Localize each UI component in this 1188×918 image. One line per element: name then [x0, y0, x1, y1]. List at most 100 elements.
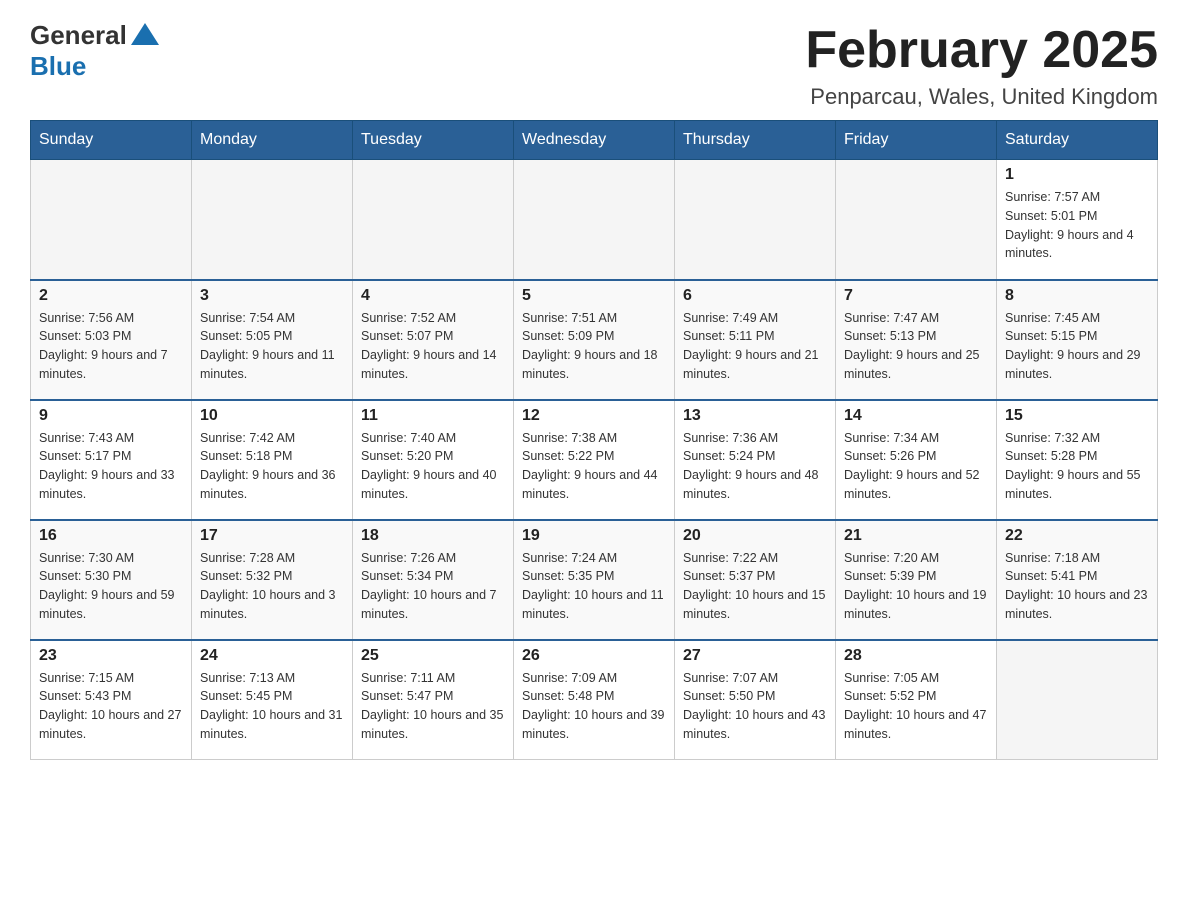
calendar-cell: 8Sunrise: 7:45 AMSunset: 5:15 PMDaylight… — [997, 280, 1158, 400]
calendar-cell: 14 Sunrise: 7:34 AMSunset: 5:26 PMDayligh… — [836, 400, 997, 520]
calendar-cell: 24 Sunrise: 7:13 AMSunset: 5:45 PMDayligh… — [192, 640, 353, 760]
calendar-cell: 7 Sunrise: 7:47 AMSunset: 5:13 PMDaylight… — [836, 280, 997, 400]
calendar-cell: 5 Sunrise: 7:51 AMSunset: 5:09 PMDaylight… — [514, 280, 675, 400]
weekday-header-monday: Monday — [192, 121, 353, 160]
calendar-cell — [675, 160, 836, 280]
calendar-cell — [514, 160, 675, 280]
day-number: 19 — [522, 527, 666, 545]
day-info: Sunrise: 7:40 AMSunset: 5:20 PMDaylight:… — [361, 429, 505, 504]
day-number: 4 — [361, 287, 505, 305]
day-info: Sunrise: 7:43 AMSunset: 5:17 PMDaylight:… — [39, 429, 183, 504]
day-info: Sunrise: 7:47 AMSunset: 5:13 PMDaylight:… — [844, 309, 988, 384]
calendar-week-row: 2 Sunrise: 7:56 AMSunset: 5:03 PMDaylight… — [31, 280, 1158, 400]
day-number: 15 — [1005, 407, 1149, 425]
day-info: Sunrise: 7:42 AMSunset: 5:18 PMDaylight:… — [200, 429, 344, 504]
weekday-header-wednesday: Wednesday — [514, 121, 675, 160]
weekday-header-tuesday: Tuesday — [353, 121, 514, 160]
day-number: 14 — [844, 407, 988, 425]
day-info: Sunrise: 7:15 AMSunset: 5:43 PMDaylight:… — [39, 669, 183, 744]
day-info: Sunrise: 7:05 AMSunset: 5:52 PMDaylight:… — [844, 669, 988, 744]
calendar-cell: 20 Sunrise: 7:22 AMSunset: 5:37 PMDayligh… — [675, 520, 836, 640]
logo-triangle-icon — [131, 23, 159, 45]
weekday-header-saturday: Saturday — [997, 121, 1158, 160]
day-info: Sunrise: 7:49 AMSunset: 5:11 PMDaylight:… — [683, 309, 827, 384]
day-number: 6 — [683, 287, 827, 305]
day-number: 12 — [522, 407, 666, 425]
location-subtitle: Penparcau, Wales, United Kingdom — [805, 84, 1158, 110]
calendar-cell — [192, 160, 353, 280]
day-info: Sunrise: 7:26 AMSunset: 5:34 PMDaylight:… — [361, 549, 505, 624]
day-number: 13 — [683, 407, 827, 425]
calendar-week-row: 9 Sunrise: 7:43 AMSunset: 5:17 PMDaylight… — [31, 400, 1158, 520]
day-number: 16 — [39, 527, 183, 545]
calendar-cell: 28 Sunrise: 7:05 AMSunset: 5:52 PMDayligh… — [836, 640, 997, 760]
calendar-cell: 9 Sunrise: 7:43 AMSunset: 5:17 PMDaylight… — [31, 400, 192, 520]
calendar-cell — [836, 160, 997, 280]
calendar-week-row: 1 Sunrise: 7:57 AMSunset: 5:01 PMDaylight… — [31, 160, 1158, 280]
logo-blue-text: Blue — [30, 51, 86, 82]
day-info: Sunrise: 7:36 AMSunset: 5:24 PMDaylight:… — [683, 429, 827, 504]
weekday-header-row: SundayMondayTuesdayWednesdayThursdayFrid… — [31, 121, 1158, 160]
calendar-cell — [31, 160, 192, 280]
day-info: Sunrise: 7:20 AMSunset: 5:39 PMDaylight:… — [844, 549, 988, 624]
day-number: 26 — [522, 647, 666, 665]
day-info: Sunrise: 7:18 AMSunset: 5:41 PMDaylight:… — [1005, 549, 1149, 624]
day-number: 7 — [844, 287, 988, 305]
calendar-cell: 2 Sunrise: 7:56 AMSunset: 5:03 PMDaylight… — [31, 280, 192, 400]
day-info: Sunrise: 7:52 AMSunset: 5:07 PMDaylight:… — [361, 309, 505, 384]
weekday-header-sunday: Sunday — [31, 121, 192, 160]
calendar-table: SundayMondayTuesdayWednesdayThursdayFrid… — [30, 120, 1158, 760]
day-info: Sunrise: 7:57 AMSunset: 5:01 PMDaylight:… — [1005, 188, 1149, 263]
day-number: 28 — [844, 647, 988, 665]
day-info: Sunrise: 7:34 AMSunset: 5:26 PMDaylight:… — [844, 429, 988, 504]
day-number: 25 — [361, 647, 505, 665]
day-info: Sunrise: 7:11 AMSunset: 5:47 PMDaylight:… — [361, 669, 505, 744]
day-number: 3 — [200, 287, 344, 305]
day-number: 17 — [200, 527, 344, 545]
calendar-cell: 21 Sunrise: 7:20 AMSunset: 5:39 PMDayligh… — [836, 520, 997, 640]
logo: General Blue — [30, 20, 159, 82]
day-number: 1 — [1005, 166, 1149, 184]
day-number: 10 — [200, 407, 344, 425]
day-number: 24 — [200, 647, 344, 665]
calendar-cell: 22Sunrise: 7:18 AMSunset: 5:41 PMDayligh… — [997, 520, 1158, 640]
day-number: 5 — [522, 287, 666, 305]
calendar-week-row: 16Sunrise: 7:30 AMSunset: 5:30 PMDayligh… — [31, 520, 1158, 640]
day-info: Sunrise: 7:32 AMSunset: 5:28 PMDaylight:… — [1005, 429, 1149, 504]
day-info: Sunrise: 7:56 AMSunset: 5:03 PMDaylight:… — [39, 309, 183, 384]
day-info: Sunrise: 7:28 AMSunset: 5:32 PMDaylight:… — [200, 549, 344, 624]
day-number: 2 — [39, 287, 183, 305]
day-number: 21 — [844, 527, 988, 545]
calendar-cell: 10 Sunrise: 7:42 AMSunset: 5:18 PMDayligh… — [192, 400, 353, 520]
page-header: General Blue February 2025 Penparcau, Wa… — [30, 20, 1158, 110]
calendar-cell: 13 Sunrise: 7:36 AMSunset: 5:24 PMDayligh… — [675, 400, 836, 520]
day-info: Sunrise: 7:24 AMSunset: 5:35 PMDaylight:… — [522, 549, 666, 624]
day-info: Sunrise: 7:13 AMSunset: 5:45 PMDaylight:… — [200, 669, 344, 744]
day-info: Sunrise: 7:07 AMSunset: 5:50 PMDaylight:… — [683, 669, 827, 744]
calendar-cell: 6 Sunrise: 7:49 AMSunset: 5:11 PMDaylight… — [675, 280, 836, 400]
day-number: 9 — [39, 407, 183, 425]
day-number: 20 — [683, 527, 827, 545]
calendar-cell: 4 Sunrise: 7:52 AMSunset: 5:07 PMDaylight… — [353, 280, 514, 400]
day-number: 8 — [1005, 287, 1149, 305]
day-number: 27 — [683, 647, 827, 665]
calendar-cell — [353, 160, 514, 280]
calendar-cell: 11Sunrise: 7:40 AMSunset: 5:20 PMDayligh… — [353, 400, 514, 520]
month-title: February 2025 — [805, 20, 1158, 80]
day-info: Sunrise: 7:09 AMSunset: 5:48 PMDaylight:… — [522, 669, 666, 744]
calendar-cell: 15 Sunrise: 7:32 AMSunset: 5:28 PMDayligh… — [997, 400, 1158, 520]
calendar-week-row: 23Sunrise: 7:15 AMSunset: 5:43 PMDayligh… — [31, 640, 1158, 760]
day-info: Sunrise: 7:38 AMSunset: 5:22 PMDaylight:… — [522, 429, 666, 504]
calendar-cell: 25 Sunrise: 7:11 AMSunset: 5:47 PMDayligh… — [353, 640, 514, 760]
calendar-cell: 23Sunrise: 7:15 AMSunset: 5:43 PMDayligh… — [31, 640, 192, 760]
calendar-cell: 12 Sunrise: 7:38 AMSunset: 5:22 PMDayligh… — [514, 400, 675, 520]
day-info: Sunrise: 7:51 AMSunset: 5:09 PMDaylight:… — [522, 309, 666, 384]
title-section: February 2025 Penparcau, Wales, United K… — [805, 20, 1158, 110]
calendar-cell: 1 Sunrise: 7:57 AMSunset: 5:01 PMDaylight… — [997, 160, 1158, 280]
calendar-cell: 27 Sunrise: 7:07 AMSunset: 5:50 PMDayligh… — [675, 640, 836, 760]
calendar-cell: 26 Sunrise: 7:09 AMSunset: 5:48 PMDayligh… — [514, 640, 675, 760]
day-info: Sunrise: 7:54 AMSunset: 5:05 PMDaylight:… — [200, 309, 344, 384]
calendar-cell: 16Sunrise: 7:30 AMSunset: 5:30 PMDayligh… — [31, 520, 192, 640]
day-info: Sunrise: 7:22 AMSunset: 5:37 PMDaylight:… — [683, 549, 827, 624]
calendar-cell: 3 Sunrise: 7:54 AMSunset: 5:05 PMDaylight… — [192, 280, 353, 400]
